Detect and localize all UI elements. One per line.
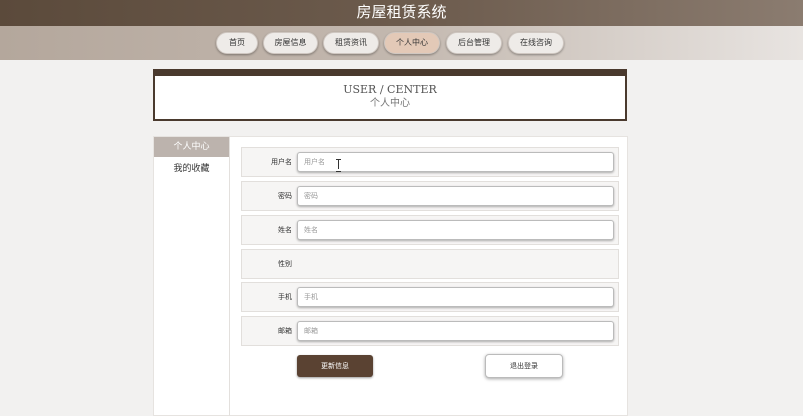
sidebar-item-favorites[interactable]: 我的收藏 bbox=[154, 159, 229, 179]
email-row: 邮箱 bbox=[241, 316, 619, 346]
user-center-title-en: USER / CENTER bbox=[343, 83, 437, 96]
text-cursor-icon bbox=[336, 159, 341, 172]
password-input[interactable] bbox=[297, 186, 614, 206]
gender-label: 性别 bbox=[278, 260, 292, 268]
nav-house-info[interactable]: 房屋信息 bbox=[263, 32, 318, 54]
logout-button[interactable]: 退出登录 bbox=[485, 354, 563, 378]
user-center-title-cn: 个人中心 bbox=[370, 98, 410, 109]
gender-row[interactable]: 性别 bbox=[241, 249, 619, 279]
phone-input[interactable] bbox=[297, 287, 614, 307]
name-input[interactable] bbox=[297, 220, 614, 240]
username-input[interactable] bbox=[297, 152, 614, 172]
app-title: 房屋租赁系统 bbox=[0, 0, 803, 26]
password-label: 密码 bbox=[278, 192, 292, 200]
profile-panel: 个人中心 我的收藏 用户名 密码 姓名 性别 手机 邮箱 更新信息 退出登录 bbox=[153, 136, 628, 416]
update-info-button[interactable]: 更新信息 bbox=[297, 355, 373, 377]
user-center-header: USER / CENTER 个人中心 bbox=[153, 69, 627, 121]
email-input[interactable] bbox=[297, 321, 614, 341]
nav-bar: 首页 房屋信息 租赁资讯 个人中心 后台管理 在线咨询 bbox=[0, 26, 803, 60]
username-row: 用户名 bbox=[241, 147, 619, 177]
nav-admin[interactable]: 后台管理 bbox=[446, 32, 502, 54]
sidebar-item-user-center[interactable]: 个人中心 bbox=[154, 137, 229, 157]
username-label: 用户名 bbox=[271, 158, 292, 166]
nav-home[interactable]: 首页 bbox=[216, 32, 258, 54]
phone-label: 手机 bbox=[278, 293, 292, 301]
name-label: 姓名 bbox=[278, 226, 292, 234]
name-row: 姓名 bbox=[241, 215, 619, 245]
nav-online-consult[interactable]: 在线咨询 bbox=[508, 32, 564, 54]
sidebar: 个人中心 我的收藏 bbox=[154, 137, 230, 416]
phone-row: 手机 bbox=[241, 282, 619, 312]
password-row: 密码 bbox=[241, 181, 619, 211]
nav-rental-news[interactable]: 租赁资讯 bbox=[323, 32, 379, 54]
email-label: 邮箱 bbox=[278, 327, 292, 335]
nav-user-center[interactable]: 个人中心 bbox=[384, 32, 440, 54]
